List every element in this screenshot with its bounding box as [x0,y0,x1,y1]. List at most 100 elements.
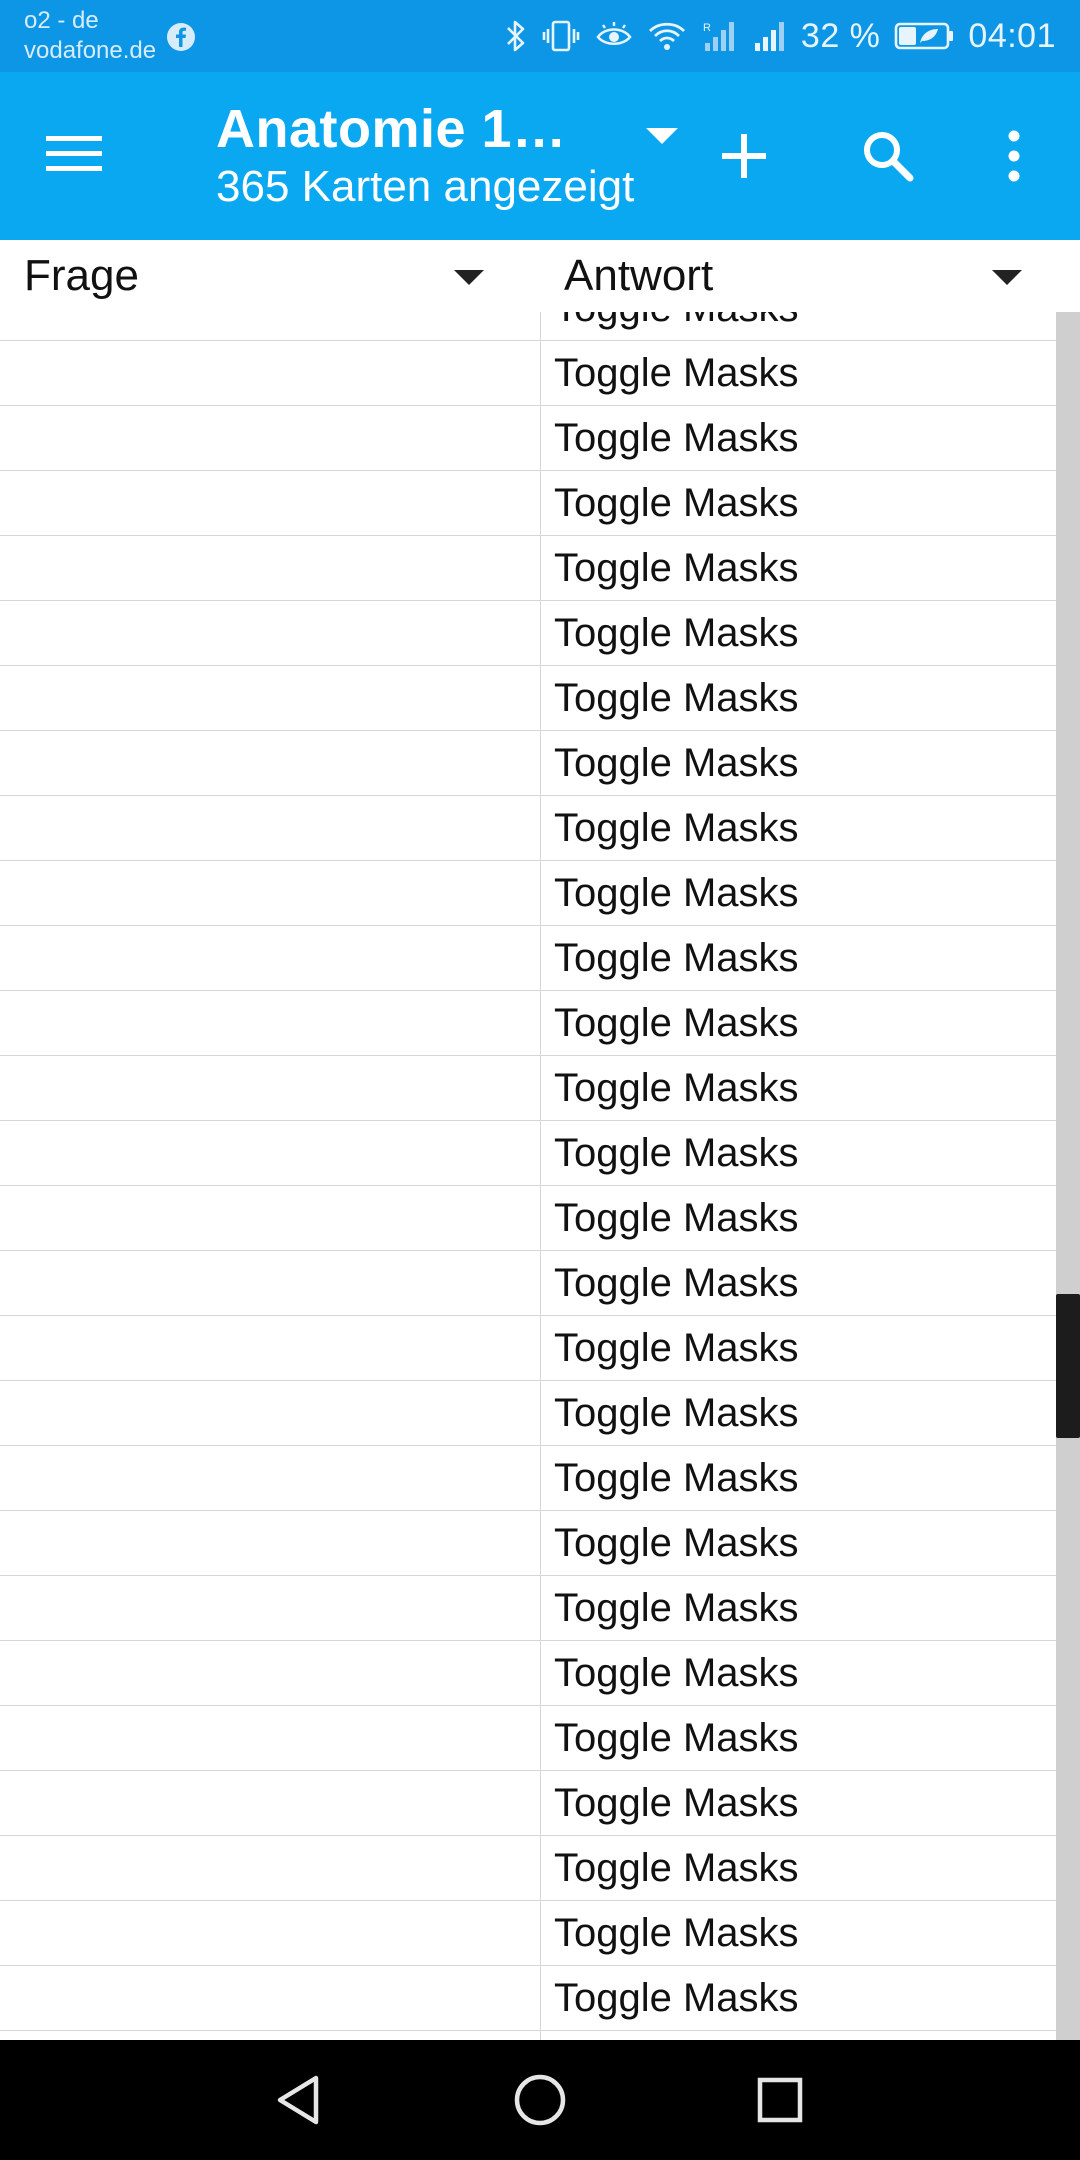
question-cell [0,991,541,1055]
card-row[interactable]: Toggle Masks [0,796,1056,861]
answer-cell: Toggle Masks [554,1521,799,1565]
card-list[interactable]: Toggle Masks Toggle Masks Toggle Masks Togg… [0,312,1056,2040]
card-row[interactable]: Toggle Masks [0,406,1056,471]
question-cell [0,312,541,340]
carrier-line-2: vodafone.de [24,37,157,64]
card-row[interactable]: Toggle Masks [0,1121,1056,1186]
battery-percentage: 32 % [800,16,881,55]
recents-button[interactable] [744,2064,816,2136]
carrier-info: o2 - de vodafone.de [24,6,156,66]
question-cell [0,1901,541,1965]
signal-r-icon: R [703,22,734,51]
back-icon [277,2075,319,2125]
question-cell [0,1446,541,1510]
answer-cell: Toggle Masks [554,1781,799,1825]
question-cell [0,406,541,470]
facebook-icon [167,23,195,51]
card-row[interactable]: Toggle Masks [0,1186,1056,1251]
column-header-bar: Frage Antwort [0,240,1080,312]
carrier-line-1: o2 - de [24,7,99,34]
question-cell [0,1771,541,1835]
question-cell [0,926,541,990]
overflow-icon [1008,130,1020,182]
wifi-icon [648,22,685,50]
answer-cell: Toggle Masks [554,1326,799,1370]
card-row[interactable]: Toggle Masks [0,926,1056,991]
answer-cell: Toggle Masks [554,1131,799,1175]
answer-cell: Toggle Masks [554,1391,799,1435]
answer-cell: Toggle Masks [554,1456,799,1500]
answer-cell: Toggle Masks [554,611,799,655]
overflow-menu-button[interactable] [974,116,1054,196]
question-cell [0,1836,541,1900]
menu-icon [46,136,102,171]
home-button[interactable] [504,2064,576,2136]
card-row[interactable]: Toggle Masks [0,1901,1056,1966]
app-bar: Anatomie 1… 365 Karten angezeigt [0,72,1080,240]
card-row[interactable]: Toggle Masks [0,1771,1056,1836]
answer-cell: Toggle Masks [554,312,799,340]
question-cell [0,796,541,860]
question-cell [0,1706,541,1770]
answer-cell: Toggle Masks [554,806,799,850]
answer-column-selector[interactable]: Antwort [564,240,1034,312]
card-row[interactable]: Toggle Masks [0,861,1056,926]
dropdown-icon[interactable] [638,122,686,152]
add-icon [722,134,766,178]
clock: 04:01 [968,16,1056,55]
eye-comfort-icon [596,22,632,46]
card-row[interactable]: Toggle Masks [0,601,1056,666]
card-row[interactable]: Toggle Masks [0,536,1056,601]
scrollbar-thumb[interactable] [1056,1294,1080,1438]
answer-cell: Toggle Masks [554,1196,799,1240]
card-row[interactable]: Toggle Masks [0,1641,1056,1706]
card-row[interactable]: Toggle Masks [0,1381,1056,1446]
card-rows: Toggle Masks Toggle Masks Toggle Masks Togg… [0,312,1056,2040]
card-row[interactable]: Toggle Masks [0,991,1056,1056]
question-cell [0,341,541,405]
answer-cell: Toggle Masks [554,741,799,785]
add-button[interactable] [704,116,784,196]
card-row[interactable]: Toggle Masks [0,1251,1056,1316]
question-column-selector[interactable]: Frage [24,240,494,312]
answer-cell: Toggle Masks [554,546,799,590]
deck-title: Anatomie 1… [216,99,567,159]
question-cell [0,1251,541,1315]
deck-selector[interactable]: Anatomie 1… 365 Karten angezeigt [216,92,686,212]
card-row[interactable]: Toggle Masks [0,341,1056,406]
menu-button[interactable] [44,124,124,188]
answer-cell: Toggle Masks [554,416,799,460]
question-cell [0,1576,541,1640]
navigation-bar [0,2040,1080,2160]
card-row[interactable]: Toggle Masks [0,312,1056,341]
question-cell [0,1316,541,1380]
card-row[interactable]: Toggle Masks [0,731,1056,796]
card-row[interactable]: Toggle Masks [0,471,1056,536]
answer-cell: Toggle Masks [554,676,799,720]
card-row[interactable]: Toggle Masks [0,1316,1056,1381]
answer-cell: Toggle Masks [554,1651,799,1695]
card-row[interactable]: Toggle Masks [0,1966,1056,2031]
search-button[interactable] [848,116,928,196]
scrollbar[interactable] [1056,312,1080,2040]
answer-cell: Toggle Masks [554,481,799,525]
question-cell [0,1966,541,2030]
question-column-dropdown-icon [454,270,484,285]
answer-column-label: Antwort [564,251,714,300]
card-row[interactable]: Toggle Masks [0,1836,1056,1901]
card-row[interactable]: Toggle Masks [0,1056,1056,1121]
answer-cell: Toggle Masks [554,1716,799,1760]
question-cell [0,731,541,795]
question-cell [0,2031,541,2040]
card-row[interactable]: Toggle Masks [0,1576,1056,1641]
card-row[interactable]: Toggle Masks [0,2031,1056,2040]
card-row[interactable]: Toggle Masks [0,666,1056,731]
card-row[interactable]: Toggle Masks [0,1706,1056,1771]
card-row[interactable]: Toggle Masks [0,1446,1056,1511]
card-row[interactable]: Toggle Masks [0,1511,1056,1576]
question-cell [0,471,541,535]
question-cell [0,1381,541,1445]
battery-icon [895,22,954,50]
back-button[interactable] [264,2064,336,2136]
question-cell [0,1186,541,1250]
